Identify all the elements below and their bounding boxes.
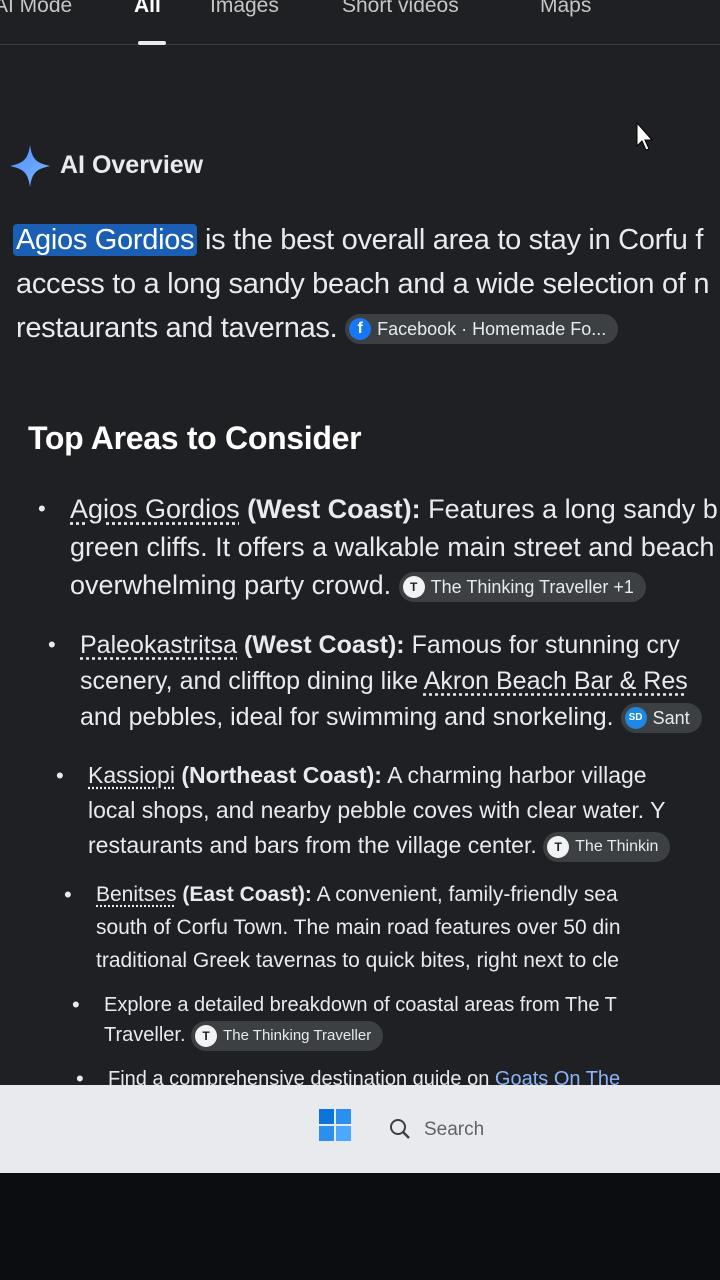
source-chip-label: Sant	[652, 708, 690, 729]
bullet: •	[72, 992, 80, 1017]
mouse-cursor-icon	[636, 122, 654, 151]
akron-beach-bar-link[interactable]: Akron Beach Bar & Res	[424, 667, 688, 695]
list-item: • Find a comprehensive destination guide…	[76, 1064, 720, 1085]
source-chip-label: The Thinking Traveller +1	[430, 576, 634, 597]
summary-line-2: access to a long sandy beach and a wide …	[16, 268, 710, 300]
list-item: • Paleokastritsa (West Coast): Famous fo…	[48, 627, 720, 735]
goats-on-the-road-link[interactable]: Goats On The	[495, 1068, 620, 1085]
highlighted-term[interactable]: Agios Gordios	[13, 224, 198, 256]
source-chip[interactable]: T The Thinking Traveller	[191, 1020, 384, 1051]
thinking-traveller-icon: T	[195, 1024, 218, 1047]
thinking-traveller-icon: T	[547, 835, 570, 858]
list-item: • Kassiopi (Northeast Coast): A charming…	[56, 758, 720, 863]
area-link-kassiopi[interactable]: Kassiopi	[88, 762, 175, 788]
area-text: local shops, and nearby pebble coves wit…	[88, 797, 666, 823]
tab-all[interactable]: All	[134, 0, 161, 18]
list-item: • Explore a detailed breakdown of coasta…	[72, 990, 720, 1051]
taskbar-search-label: Search	[424, 1119, 485, 1140]
area-region: (Northeast Coast):	[174, 762, 382, 788]
area-link-paleokastritsa[interactable]: Paleokastritsa	[80, 631, 237, 659]
active-tab-indicator	[138, 41, 166, 45]
area-text: green cliffs. It offers a walkable main …	[70, 532, 715, 562]
browser-viewport: AI Mode All Images Short videos Maps AI …	[0, 0, 720, 1085]
find-text: Find a comprehensive destination guide o…	[108, 1068, 495, 1085]
source-chip-label: Facebook · Homemade Fo...	[377, 319, 607, 340]
windows-start-icon[interactable]	[318, 1108, 352, 1142]
summary-line-1: is the best overall area to stay in Corf…	[197, 224, 704, 256]
source-chip-label: The Thinkin	[575, 837, 659, 855]
gemini-sparkle-icon	[10, 145, 50, 187]
tab-short-videos[interactable]: Short videos	[342, 0, 459, 18]
area-text: overwhelming party crowd.	[70, 570, 399, 600]
area-region: (East Coast):	[176, 883, 312, 906]
area-link-agios-gordios[interactable]: Agios Gordios	[70, 494, 240, 524]
search-tabs: AI Mode All Images Short videos Maps	[0, 0, 720, 45]
tab-ai-mode[interactable]: AI Mode	[0, 0, 72, 18]
explore-text: Explore a detailed breakdown of coastal …	[104, 994, 617, 1016]
bullet: •	[56, 763, 64, 788]
area-text: and pebbles, ideal for swimming and snor…	[80, 703, 621, 731]
thinking-traveller-icon: T	[402, 575, 425, 598]
tab-images[interactable]: Images	[210, 0, 279, 18]
bullet: •	[64, 882, 72, 907]
bullet: •	[48, 632, 56, 657]
list-item: • Agios Gordios (West Coast): Features a…	[38, 490, 720, 604]
area-region: (West Coast):	[239, 494, 421, 524]
tab-maps[interactable]: Maps	[540, 0, 591, 18]
area-region: (West Coast):	[237, 631, 405, 659]
area-text: Features a long sandy b	[420, 494, 718, 524]
bullet: •	[38, 496, 46, 521]
ai-overview-summary: Agios Gordios is the best overall area t…	[13, 218, 720, 350]
facebook-icon: f	[349, 318, 372, 341]
sd-source-icon: SD	[624, 707, 647, 730]
windows-taskbar	[0, 1085, 720, 1173]
area-text: traditional Greek tavernas to quick bite…	[96, 949, 619, 972]
section-title: Top Areas to Consider	[28, 420, 362, 456]
source-chip[interactable]: T The Thinkin	[543, 831, 671, 862]
area-text: A convenient, family-friendly sea	[311, 883, 618, 906]
area-text: south of Corfu Town. The main road featu…	[96, 916, 621, 939]
area-text: Famous for stunning cry	[404, 631, 680, 659]
area-text: restaurants and bars from the village ce…	[88, 832, 544, 858]
area-text: scenery, and clifftop dining like	[80, 667, 424, 695]
area-text: A charming harbor village	[381, 762, 647, 788]
source-chip[interactable]: SD Sant	[620, 703, 702, 734]
summary-line-3: restaurants and tavernas.	[16, 312, 346, 344]
search-icon	[390, 1119, 410, 1139]
bullet: •	[76, 1066, 84, 1085]
source-chip-label: The Thinking Traveller	[223, 1026, 372, 1044]
source-chip[interactable]: T The Thinking Traveller +1	[398, 571, 646, 602]
source-chip-facebook[interactable]: f Facebook · Homemade Fo...	[345, 314, 619, 345]
area-link-benitses[interactable]: Benitses	[96, 883, 177, 906]
ai-overview-title: AI Overview	[60, 151, 204, 179]
explore-text: Traveller.	[104, 1024, 192, 1046]
list-item: • Benitses (East Coast): A convenient, f…	[64, 878, 720, 977]
